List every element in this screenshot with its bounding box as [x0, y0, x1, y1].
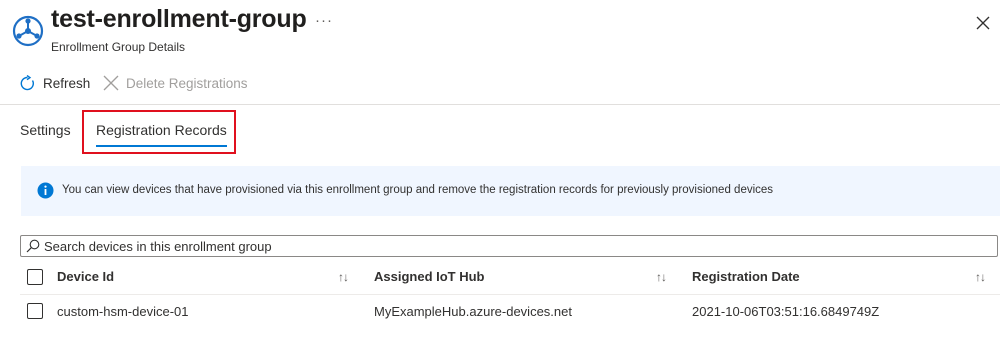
info-text: You can view devices that have provision…	[62, 184, 774, 196]
column-header-registration-date[interactable]: Registration Date	[692, 269, 800, 284]
cell-registration-date: 2021-10-06T03:51:16.6849749Z	[692, 304, 880, 319]
refresh-label: Refresh	[43, 75, 91, 91]
more-icon[interactable]: ···	[315, 12, 333, 29]
select-all-checkbox[interactable]	[27, 269, 43, 285]
enrollment-group-icon	[12, 15, 44, 47]
column-header-device-id[interactable]: Device Id	[57, 269, 114, 284]
column-header-assigned-iot-hub[interactable]: Assigned IoT Hub	[374, 269, 485, 284]
sort-assigned-iot-hub-icon[interactable]: ↑↓	[656, 270, 667, 284]
toolbar-divider	[0, 104, 1000, 105]
delete-icon	[103, 75, 119, 91]
row-checkbox[interactable]	[27, 303, 43, 319]
cell-assigned-iot-hub: MyExampleHub.azure-devices.net	[374, 304, 572, 319]
table-header-divider	[20, 294, 1000, 295]
refresh-button[interactable]: Refresh	[19, 72, 90, 94]
cell-device-id[interactable]: custom-hsm-device-01	[57, 304, 189, 319]
highlight-box	[82, 110, 236, 154]
page-subtitle: Enrollment Group Details	[51, 40, 186, 54]
search-input[interactable]	[44, 237, 984, 255]
close-icon[interactable]	[975, 15, 991, 31]
delete-registrations-label: Delete Registrations	[126, 75, 248, 91]
sort-device-id-icon[interactable]: ↑↓	[338, 270, 349, 284]
info-icon	[37, 182, 54, 199]
search-icon	[26, 239, 40, 253]
refresh-icon	[20, 74, 34, 90]
sort-registration-date-icon[interactable]: ↑↓	[975, 270, 986, 284]
delete-registrations-button[interactable]: Delete Registrations	[103, 72, 248, 94]
tab-settings[interactable]: Settings	[20, 122, 71, 138]
page-title: test-enrollment-group	[51, 5, 307, 33]
